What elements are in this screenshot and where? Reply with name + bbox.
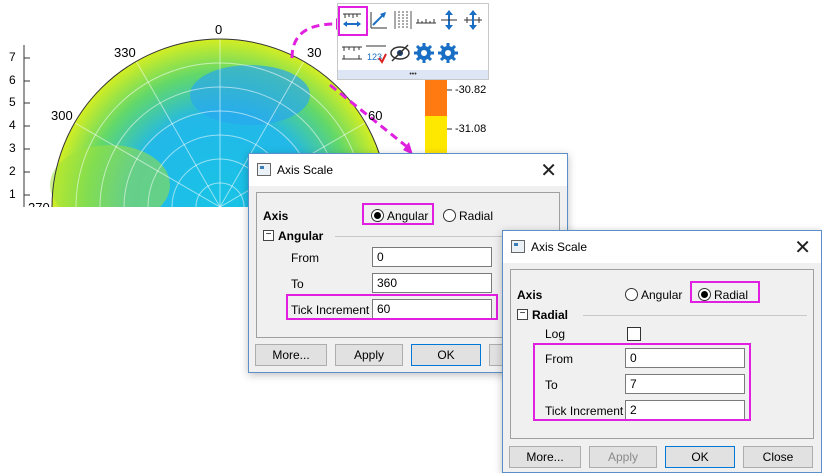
angle-label-60: 60 [368, 108, 383, 123]
from-label: From [291, 251, 319, 265]
close-button[interactable]: Close [743, 446, 813, 468]
ruler-icon[interactable] [341, 42, 363, 64]
colorbar-label-1: -30.82 [455, 84, 487, 96]
angle-label-270: 270 [28, 200, 50, 207]
dialog-titlebar[interactable]: Axis Scale ✕ [249, 154, 567, 186]
tick-labels-icon[interactable]: 123 [365, 42, 387, 64]
radial-highlight [690, 281, 760, 303]
window-icon [511, 240, 525, 253]
angle-label-330: 330 [114, 45, 136, 60]
collapse-icon[interactable]: − [263, 230, 274, 241]
angle-label-300: 300 [51, 108, 73, 123]
axis-scale-icon-highlight [338, 6, 368, 36]
close-icon[interactable]: ✕ [540, 158, 557, 183]
grid-icon[interactable] [391, 9, 413, 31]
dialog-title: Axis Scale [531, 240, 588, 254]
section-divider [583, 315, 807, 316]
y-tick-2: 2 [9, 164, 16, 178]
to-label: To [291, 277, 304, 291]
dialog-titlebar[interactable]: Axis Scale ✕ [503, 231, 821, 263]
colorbar-label-2: -31.08 [455, 123, 487, 135]
y-tick-7: 7 [9, 50, 16, 64]
apply-button: Apply [589, 446, 657, 468]
radio-radial[interactable] [443, 209, 456, 222]
radio-radial-label[interactable]: Radial [459, 209, 493, 223]
y-tick-1: 1 [9, 187, 16, 201]
y-tick-4: 4 [9, 118, 16, 132]
y-tick-5: 5 [9, 95, 16, 109]
ok-button[interactable]: OK [665, 446, 735, 468]
toolbar-more-dots[interactable]: ••• [338, 70, 488, 79]
radio-angular[interactable] [625, 288, 638, 301]
y-tick-3: 3 [9, 141, 16, 155]
ok-button[interactable]: OK [411, 344, 481, 366]
close-icon[interactable]: ✕ [794, 235, 811, 260]
axis-shift-vertical-icon[interactable] [438, 9, 460, 31]
tick-increment-highlight [286, 294, 498, 320]
axis-angle-icon[interactable] [367, 9, 389, 31]
settings-gear-icon[interactable] [413, 42, 435, 64]
more-button[interactable]: More... [509, 446, 581, 468]
ticks-icon[interactable] [415, 9, 437, 31]
window-icon [257, 163, 271, 176]
visibility-icon[interactable] [389, 42, 411, 64]
apply-button[interactable]: Apply [335, 344, 403, 366]
axis-label: Axis [263, 209, 289, 223]
more-button[interactable]: More... [255, 344, 327, 366]
log-checkbox[interactable] [627, 327, 641, 341]
dialog-title: Axis Scale [277, 163, 334, 177]
radial-fields-highlight [533, 343, 751, 421]
angular-highlight [362, 203, 434, 225]
angle-label-0: 0 [215, 22, 223, 37]
axis-label: Axis [517, 288, 543, 302]
log-label: Log [545, 327, 566, 341]
section-title: Angular [278, 229, 324, 243]
radio-angular-label[interactable]: Angular [641, 288, 682, 302]
collapse-icon[interactable]: − [517, 309, 528, 320]
axis-shift-horizontal-icon[interactable] [462, 9, 484, 31]
section-title: Radial [532, 308, 569, 322]
to-field[interactable] [372, 273, 492, 293]
y-tick-6: 6 [9, 73, 16, 87]
from-field[interactable] [372, 247, 492, 267]
angle-label-30: 30 [307, 45, 322, 60]
settings-gear-alt-icon[interactable] [437, 42, 459, 64]
